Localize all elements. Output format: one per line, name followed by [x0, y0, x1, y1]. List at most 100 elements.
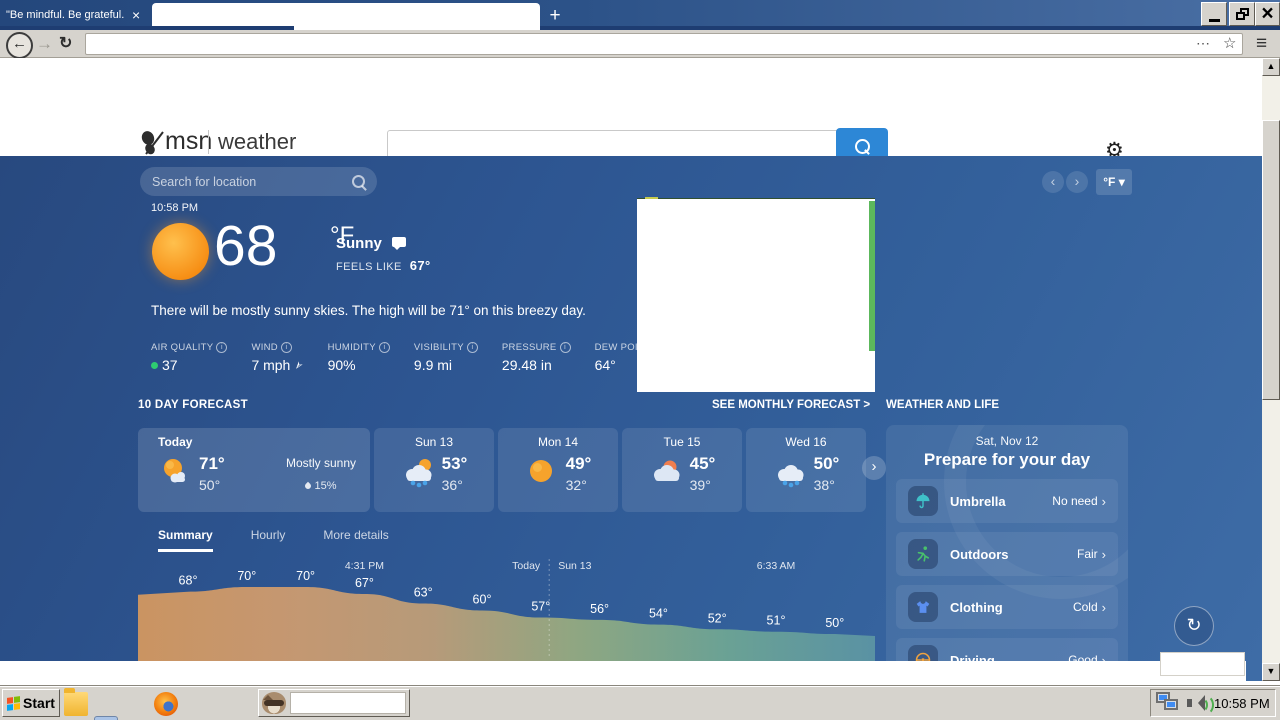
chart-temp-label: 56°: [590, 602, 609, 616]
stat-value-text: 7 mph: [251, 357, 291, 373]
msn-wordmark[interactable]: msn: [165, 127, 212, 156]
bookmark-star-icon[interactable]: ☆: [1223, 34, 1236, 52]
life-item-clothing[interactable]: Clothing Cold ›: [896, 585, 1118, 629]
life-item-value: No need: [1052, 494, 1098, 508]
search-icon: [352, 175, 365, 188]
unit-toggle-dropdown[interactable]: °F ▾: [1096, 169, 1132, 195]
chevron-right-icon: ›: [1101, 599, 1106, 615]
forecast-high: 50°: [813, 454, 840, 473]
calculator-icon[interactable]: [94, 716, 118, 720]
tab-close-icon[interactable]: ×: [132, 8, 140, 22]
info-icon[interactable]: i: [216, 342, 228, 353]
forecast-card-wed-16[interactable]: Wed 16 50° 38°: [746, 428, 866, 512]
daily-summary-text: There will be mostly sunny skies. The hi…: [151, 303, 586, 318]
start-button[interactable]: Start: [2, 689, 60, 717]
msn-butterfly-logo[interactable]: [140, 130, 164, 156]
location-search-input[interactable]: Search for location: [140, 167, 377, 196]
info-icon[interactable]: i: [280, 342, 292, 353]
life-item-outdoors[interactable]: Outdoors Fair ›: [896, 532, 1118, 576]
window-title-area: [290, 692, 406, 714]
rain-sun-icon: [401, 455, 435, 494]
stat-value-text: 9.9 mi: [413, 357, 453, 373]
forecast-card-body: 53° 36°: [374, 453, 494, 495]
folder-icon[interactable]: [64, 688, 88, 716]
menu-hamburger-icon[interactable]: ≡: [1256, 33, 1267, 55]
new-tab-button[interactable]: +: [544, 5, 566, 27]
info-icon[interactable]: i: [559, 342, 571, 353]
chart-time-label: 4:31 PM: [345, 560, 384, 572]
section-title[interactable]: weather: [218, 129, 296, 155]
forward-button[interactable]: →: [36, 34, 53, 54]
stat-value-text: 37: [162, 357, 178, 373]
address-bar[interactable]: [85, 33, 1243, 55]
tab-more-details[interactable]: More details: [323, 528, 388, 552]
forecast-condition: Mostly sunny 15%: [286, 456, 356, 492]
raindrop-icon: [304, 481, 313, 491]
window-restore-button[interactable]: [1229, 2, 1255, 26]
start-label: Start: [23, 695, 55, 711]
feedback-placeholder[interactable]: [1160, 652, 1245, 676]
reload-button[interactable]: ↻: [59, 33, 72, 53]
life-item-label: Umbrella: [950, 493, 1006, 509]
chart-temp-label: 51°: [767, 614, 786, 628]
volume-icon[interactable]: [1187, 693, 1214, 715]
taskbar-window-button[interactable]: [258, 689, 410, 717]
sun-icon: [525, 455, 559, 494]
forecast-card-sun-13[interactable]: Sun 13 53° 36°: [374, 428, 494, 512]
scrollbar-thumb[interactable]: [1262, 120, 1280, 400]
chart-temp-label: 50°: [825, 616, 844, 630]
forecast-card-mon-14[interactable]: Mon 14 49° 32°: [498, 428, 618, 512]
carousel-next-button[interactable]: ›: [1066, 171, 1088, 193]
forecast-card-tue-15[interactable]: Tue 15 45° 39°: [622, 428, 742, 512]
forecast-low: 39°: [689, 477, 711, 493]
page-bottom-strip: [0, 661, 1246, 681]
forecast-card-body: 50° 38°: [746, 453, 866, 495]
window-minimize-button[interactable]: [1201, 2, 1227, 26]
forecast-day-label: Today: [158, 435, 193, 449]
forecast-low: 50°: [199, 477, 221, 493]
temperature-area: [138, 587, 875, 661]
ad-placeholder: [637, 199, 875, 392]
location-search-placeholder: Search for location: [152, 174, 257, 189]
stat-value-text: 29.48 in: [501, 357, 552, 373]
tab-summary[interactable]: Summary: [158, 528, 213, 552]
firefox-icon[interactable]: [154, 692, 178, 716]
stat-label: PRESSURE i: [502, 342, 571, 353]
forecast-temps: 71° 50°: [199, 453, 225, 495]
forecast-temps: 50° 38°: [814, 453, 840, 495]
tab-hourly[interactable]: Hourly: [251, 528, 286, 552]
forecast-temps: 45° 39°: [690, 453, 716, 495]
page-actions-icon[interactable]: ⋯: [1196, 35, 1211, 52]
chart-temp-label: 68°: [179, 574, 198, 588]
carousel-prev-button[interactable]: ‹: [1042, 171, 1064, 193]
stat-value: 37: [151, 357, 227, 373]
forecast-next-button[interactable]: ›: [862, 456, 886, 480]
network-icon[interactable]: [1156, 692, 1182, 714]
back-button[interactable]: ←: [6, 32, 33, 59]
system-tray: 10:58 PM: [1150, 689, 1276, 717]
info-icon[interactable]: i: [466, 342, 478, 353]
window-close-button[interactable]: ×: [1255, 2, 1280, 26]
outdoors-icon: [908, 539, 938, 569]
refresh-button[interactable]: ↻: [1174, 606, 1214, 646]
wind-direction-icon: ➢: [291, 357, 307, 373]
forecast-cards: Today 71° 50° Mostly sunny 15% Sun 13 53° 36° Mo…: [138, 428, 884, 512]
chart-temp-label: 52°: [708, 611, 727, 625]
message-icon[interactable]: [392, 237, 406, 250]
chart-temp-label: 67°: [355, 576, 374, 590]
life-item-umbrella[interactable]: Umbrella No need ›: [896, 479, 1118, 523]
monthly-forecast-link[interactable]: SEE MONTHLY FORECAST >: [712, 399, 870, 411]
forecast-card-body: 45° 39°: [622, 453, 742, 495]
scrollbar-up-button[interactable]: ▲: [1262, 58, 1280, 76]
feels-like-value: 67°: [409, 258, 431, 273]
life-item-value: Fair: [1076, 547, 1098, 561]
forecast-card-body: 49° 32°: [498, 453, 618, 495]
stat-humidity: HUMIDITY i 90%: [328, 342, 390, 373]
life-heading: Prepare for your day: [923, 450, 1091, 469]
scrollbar-down-button[interactable]: ▼: [1262, 663, 1280, 681]
forecast-section-title: 10 DAY FORECAST: [138, 399, 248, 411]
forecast-card-today[interactable]: Today 71° 50° Mostly sunny 15%: [138, 428, 370, 512]
chevron-right-icon: ›: [1101, 546, 1106, 562]
browser-tab-quote[interactable]: "Be mindful. Be grateful. Be pos ×: [0, 0, 149, 30]
info-icon[interactable]: i: [378, 342, 390, 353]
